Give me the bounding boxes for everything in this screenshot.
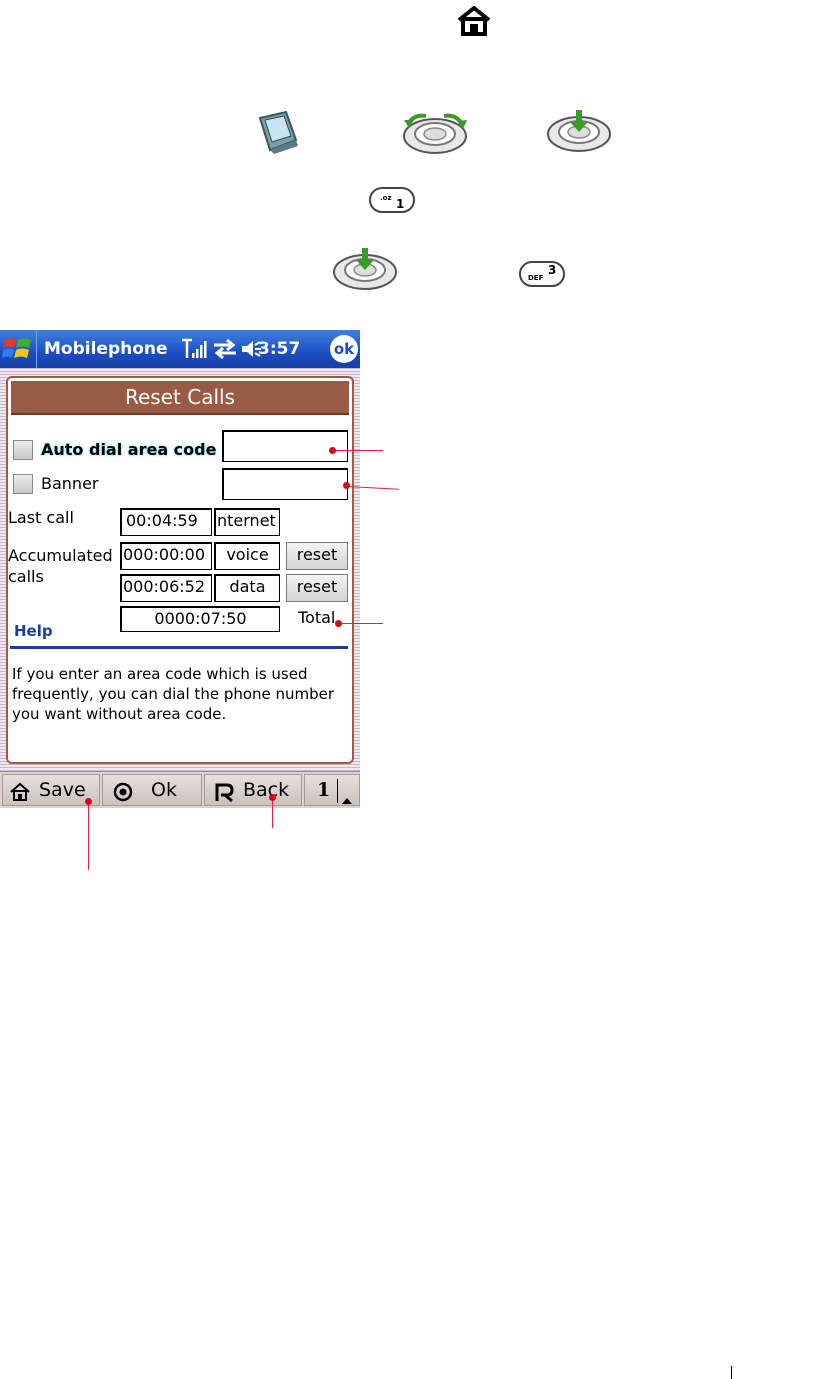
banner-label: Banner xyxy=(41,474,99,493)
screen-title: Reset Calls xyxy=(11,381,349,415)
help-divider xyxy=(10,646,348,649)
input-mode-divider xyxy=(337,779,338,803)
taskbar: Mobilephone 3:57 ok xyxy=(0,330,360,368)
help-title: Help xyxy=(14,622,53,640)
key-1-icon: .oz 1 xyxy=(368,186,416,214)
taskbar-divider xyxy=(36,330,37,368)
last-call-type: nternet xyxy=(214,508,280,536)
ok-button[interactable]: Ok xyxy=(102,774,202,806)
callout-total-line xyxy=(341,623,383,624)
data-time: 000:06:52 xyxy=(120,574,212,602)
key-3-digit: 3 xyxy=(548,263,556,277)
voice-time: 000:00:00 xyxy=(120,542,212,570)
reset-data-button[interactable]: reset xyxy=(286,574,348,602)
save-label: Save xyxy=(39,779,86,801)
home-small-icon xyxy=(9,781,31,801)
total-time: 0000:07:50 xyxy=(120,606,280,632)
accumulated-label-line1: Accumulated xyxy=(8,546,113,565)
start-menu-icon[interactable] xyxy=(2,334,34,364)
key-1-letters: .oz xyxy=(380,194,392,202)
callout-banner-dot xyxy=(343,482,350,489)
callout-back-dot xyxy=(269,794,276,801)
phone-device-icon xyxy=(256,110,300,156)
total-label: Total xyxy=(298,608,336,627)
key-1-digit: 1 xyxy=(396,197,404,211)
input-mode-button[interactable]: 1 xyxy=(304,774,360,806)
callout-area-code-dot xyxy=(329,447,336,454)
area-code-input[interactable] xyxy=(222,430,348,462)
navigation-wheel-rotate-icon xyxy=(400,112,470,156)
ok-label: Ok xyxy=(151,779,177,801)
callout-save-dot xyxy=(85,798,92,805)
key-3-letters: DEF xyxy=(528,274,544,282)
reset-voice-button[interactable]: reset xyxy=(286,542,348,570)
data-type: data xyxy=(214,574,280,602)
callout-total-dot xyxy=(335,620,342,627)
last-call-time: 00:04:59 xyxy=(120,508,212,536)
clock: 3:57 xyxy=(258,339,301,359)
auto-dial-label: Auto dial area code xyxy=(41,440,217,459)
reset-calls-panel: Reset Calls Auto dial area code Banner L… xyxy=(6,376,354,764)
input-mode-label: 1 xyxy=(317,779,331,801)
page-footer-marker xyxy=(731,1366,732,1379)
content-area: Reset Calls Auto dial area code Banner L… xyxy=(0,368,360,771)
callout-back-line xyxy=(272,798,273,828)
phone-screen: Mobilephone 3:57 ok Reset Calls Auto dia… xyxy=(0,330,360,808)
key-3-icon: DEF 3 xyxy=(518,260,566,288)
navigation-wheel-press-icon xyxy=(544,108,614,152)
ok-close-label: ok xyxy=(333,340,355,358)
auto-dial-checkbox[interactable] xyxy=(13,440,33,460)
app-title: Mobilephone xyxy=(44,339,168,359)
back-label: Back xyxy=(243,779,290,801)
last-call-label: Last call xyxy=(8,508,74,527)
menu-bar: Save Ok Back 1 xyxy=(0,771,360,808)
navigation-wheel-press-icon-2 xyxy=(330,246,400,290)
ok-circle-icon xyxy=(113,781,133,802)
callout-area-code-line xyxy=(333,450,383,451)
back-icon xyxy=(213,781,235,803)
ok-close-button[interactable]: ok xyxy=(330,335,358,363)
home-icon xyxy=(456,6,492,36)
up-arrow-icon xyxy=(341,785,353,804)
help-text: If you enter an area code which is used … xyxy=(12,665,335,723)
data-connection-icon xyxy=(212,338,238,360)
signal-icon xyxy=(180,338,208,360)
banner-input[interactable] xyxy=(222,468,348,500)
accumulated-label-line2: calls xyxy=(8,567,44,586)
banner-checkbox[interactable] xyxy=(13,474,33,494)
back-button[interactable]: Back xyxy=(204,774,302,806)
callout-save-line xyxy=(88,802,89,870)
voice-type: voice xyxy=(214,542,280,570)
